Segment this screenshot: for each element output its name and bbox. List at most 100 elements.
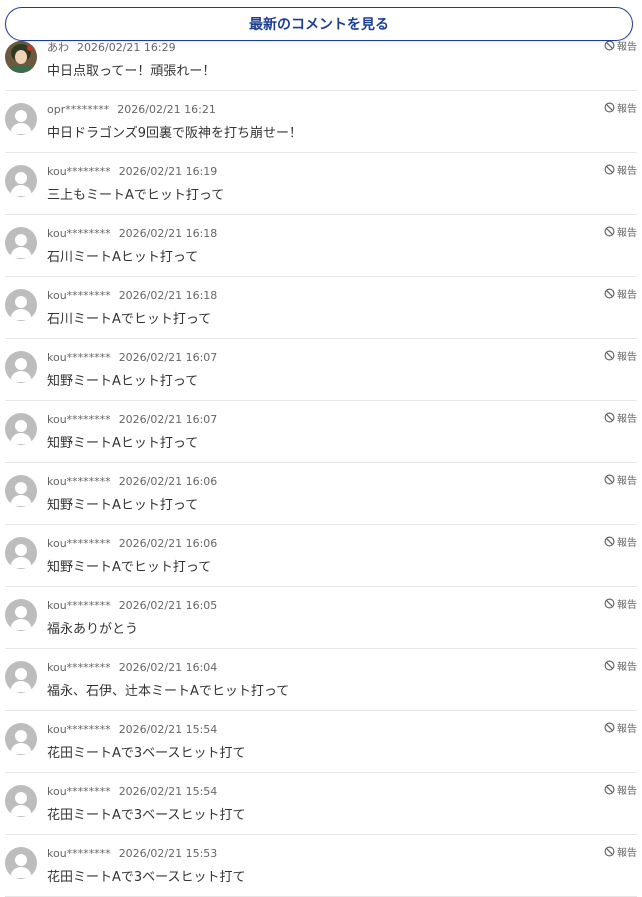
report-label: 報告 [617, 786, 637, 797]
default-avatar-icon [5, 227, 37, 259]
comment-item: kou******** 2026/02/21 16:18 石川ミートAでヒット打って… [5, 277, 637, 339]
comment-timestamp: 2026/02/21 16:18 [118, 289, 218, 302]
prohibited-icon [604, 164, 617, 180]
comment-text: 福永ありがとう [47, 622, 139, 637]
prohibited-icon [604, 226, 617, 242]
comment-username: kou******** [47, 661, 111, 674]
comment-username: あわ [47, 41, 69, 54]
report-button[interactable]: 報告 [604, 784, 637, 800]
comment-username: kou******** [47, 165, 111, 178]
comment-timestamp: 2026/02/21 15:53 [118, 847, 218, 860]
comment-meta: kou******** 2026/02/21 15:54 [47, 723, 217, 737]
report-label: 報告 [617, 42, 637, 53]
comment-text: 石川ミートAヒット打って [47, 250, 199, 265]
comment-meta: kou******** 2026/02/21 16:06 [47, 475, 217, 489]
comment-item: kou******** 2026/02/21 16:06 知野ミートAヒット打って 報… [5, 463, 637, 525]
prohibited-icon [604, 598, 617, 614]
comment-username: opr******** [47, 103, 110, 116]
comment-timestamp: 2026/02/21 16:06 [118, 537, 218, 550]
comment-timestamp: 2026/02/21 16:29 [77, 41, 176, 54]
default-avatar-icon [5, 289, 37, 321]
comment-item: kou******** 2026/02/21 16:05 福永ありがとう 報告 [5, 587, 637, 649]
report-button[interactable]: 報告 [604, 288, 637, 304]
default-avatar-icon [5, 537, 37, 569]
report-button[interactable]: 報告 [604, 660, 637, 676]
prohibited-icon [604, 412, 617, 428]
comment-meta: kou******** 2026/02/21 16:07 [47, 351, 217, 365]
comment-text: 花田ミートAで3ベースヒット打て [47, 746, 246, 761]
user-avatar-image [5, 41, 37, 73]
comment-text: 知野ミートAヒット打って [47, 498, 199, 513]
default-avatar-icon [5, 413, 37, 445]
comment-username: kou******** [47, 475, 111, 488]
default-avatar-icon [5, 661, 37, 693]
default-avatar-icon [5, 165, 37, 197]
report-button[interactable]: 報告 [604, 226, 637, 242]
comment-text: 福永、石伊、辻本ミートAでヒット打って [47, 684, 290, 699]
comment-username: kou******** [47, 537, 111, 550]
report-label: 報告 [617, 290, 637, 301]
report-button[interactable]: 報告 [604, 846, 637, 862]
comment-item: kou******** 2026/02/21 15:54 花田ミートAで3ベースヒッ… [5, 773, 637, 835]
prohibited-icon [604, 846, 617, 862]
default-avatar-icon [5, 103, 37, 135]
report-label: 報告 [617, 662, 637, 673]
report-button[interactable]: 報告 [604, 412, 637, 428]
comment-item: kou******** 2026/02/21 16:19 三上もミートAでヒット打っ… [5, 153, 637, 215]
report-label: 報告 [617, 724, 637, 735]
comment-text: 知野ミートAヒット打って [47, 374, 199, 389]
report-button[interactable]: 報告 [604, 536, 637, 552]
comment-meta: kou******** 2026/02/21 16:07 [47, 413, 217, 427]
comment-text: 中日点取ってー！頑張れー！ [47, 64, 216, 79]
comment-meta: kou******** 2026/02/21 16:04 [47, 661, 217, 675]
comment-timestamp: 2026/02/21 16:07 [118, 351, 218, 364]
prohibited-icon [604, 784, 617, 800]
report-button[interactable]: 報告 [604, 164, 637, 180]
comment-list: あわ 2026/02/21 16:29 中日点取ってー！頑張れー！ 報告 opr****… [0, 29, 642, 897]
comment-timestamp: 2026/02/21 16:21 [117, 103, 216, 116]
comment-text: 知野ミートAヒット打って [47, 436, 199, 451]
report-button[interactable]: 報告 [604, 350, 637, 366]
comment-item: kou******** 2026/02/21 16:07 知野ミートAヒット打って 報… [5, 339, 637, 401]
comment-meta: kou******** 2026/02/21 16:18 [47, 227, 217, 241]
default-avatar-icon [5, 475, 37, 507]
comment-text: 花田ミートAで3ベースヒット打て [47, 870, 246, 885]
report-button[interactable]: 報告 [604, 722, 637, 738]
comment-meta: kou******** 2026/02/21 16:05 [47, 599, 217, 613]
default-avatar-icon [5, 599, 37, 631]
report-label: 報告 [617, 476, 637, 487]
comment-item: kou******** 2026/02/21 16:07 知野ミートAヒット打って 報… [5, 401, 637, 463]
report-label: 報告 [617, 166, 637, 177]
report-label: 報告 [617, 352, 637, 363]
report-button[interactable]: 報告 [604, 598, 637, 614]
prohibited-icon [604, 40, 617, 56]
comment-username: kou******** [47, 413, 111, 426]
comment-item: kou******** 2026/02/21 15:53 花田ミートAで3ベースヒッ… [5, 835, 637, 897]
comment-item: kou******** 2026/02/21 16:06 知野ミートAでヒット打って… [5, 525, 637, 587]
comment-timestamp: 2026/02/21 15:54 [118, 785, 218, 798]
comment-text: 中日ドラゴンズ9回裏で阪神を打ち崩せー！ [47, 126, 303, 141]
report-button[interactable]: 報告 [604, 102, 637, 118]
default-avatar-icon [5, 847, 37, 879]
comment-username: kou******** [47, 227, 111, 240]
prohibited-icon [604, 660, 617, 676]
comment-timestamp: 2026/02/21 16:18 [118, 227, 218, 240]
default-avatar-icon [5, 351, 37, 383]
show-latest-comments-button[interactable]: 最新のコメントを見る [5, 7, 633, 41]
report-label: 報告 [617, 104, 637, 115]
report-button[interactable]: 報告 [604, 474, 637, 490]
prohibited-icon [604, 474, 617, 490]
default-avatar-icon [5, 785, 37, 817]
comment-username: kou******** [47, 289, 111, 302]
comment-meta: あわ 2026/02/21 16:29 [47, 41, 176, 55]
comment-username: kou******** [47, 723, 111, 736]
comment-text: 三上もミートAでヒット打って [47, 188, 225, 203]
report-button[interactable]: 報告 [604, 40, 637, 56]
prohibited-icon [604, 722, 617, 738]
comment-meta: kou******** 2026/02/21 15:53 [47, 847, 217, 861]
comment-timestamp: 2026/02/21 15:54 [118, 723, 218, 736]
report-label: 報告 [617, 600, 637, 611]
comment-item: opr******** 2026/02/21 16:21 中日ドラゴンズ9回裏で阪神… [5, 91, 637, 153]
comment-meta: opr******** 2026/02/21 16:21 [47, 103, 216, 117]
comment-text: 知野ミートAでヒット打って [47, 560, 212, 575]
